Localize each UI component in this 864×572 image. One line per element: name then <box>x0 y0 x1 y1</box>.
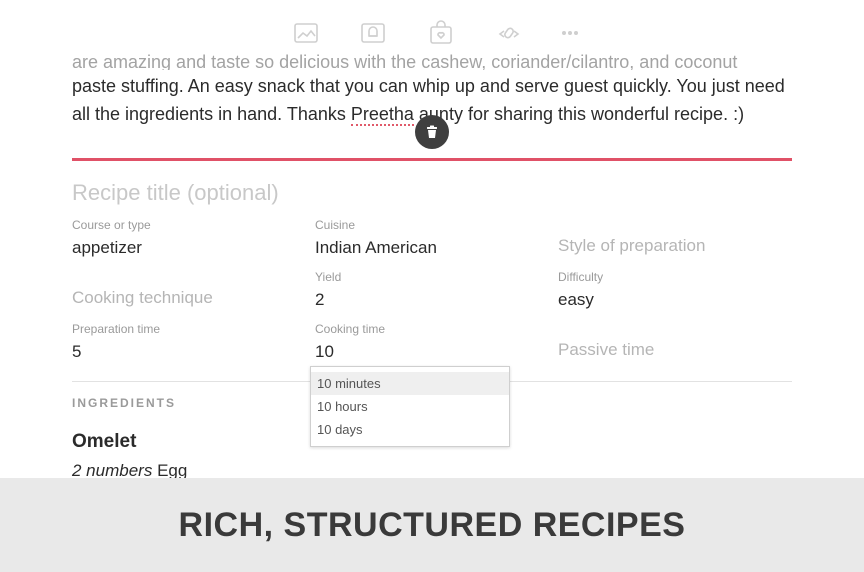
cook-time-suggestions: 10 minutes 10 hours 10 days <box>310 366 510 447</box>
editor-toolbar <box>280 18 590 48</box>
shopping-bag-icon <box>430 20 452 44</box>
insert-link-button[interactable] <box>483 18 535 48</box>
field-value: easy <box>558 290 594 309</box>
field-value: 5 <box>72 342 82 361</box>
recipe-block-border <box>72 158 792 161</box>
field-label: Preparation time <box>72 322 161 336</box>
insert-product-button[interactable] <box>415 18 467 48</box>
more-icon <box>562 31 579 35</box>
difficulty-field[interactable]: Difficulty easy <box>558 270 603 310</box>
course-field[interactable]: Course or type appetizer <box>72 218 151 258</box>
field-label: Cuisine <box>315 218 356 232</box>
technique-field[interactable]: Cooking technique <box>72 288 213 308</box>
field-value: Indian American <box>315 238 437 257</box>
field-label: Difficulty <box>558 270 604 284</box>
paragraph-text: all the ingredients in hand. Thanks <box>72 104 351 124</box>
feature-banner: RICH, STRUCTURED RECIPES <box>0 478 864 572</box>
field-label: Cooking time <box>315 322 386 336</box>
paragraph-line: paste stuffing. An easy snack that you c… <box>72 76 785 96</box>
field-placeholder: Style of preparation <box>558 236 706 255</box>
insert-recipe-button[interactable] <box>348 18 400 48</box>
field-value: 2 <box>315 290 325 309</box>
field-label: Yield <box>315 270 342 284</box>
ingredient-group-title[interactable]: Omelet <box>72 431 136 453</box>
style-field[interactable]: Style of preparation <box>558 236 705 256</box>
prep-time-field[interactable]: Preparation time 5 <box>72 322 160 362</box>
recipe-title-input[interactable]: Recipe title (optional) <box>72 180 279 206</box>
field-value: appetizer <box>72 238 142 257</box>
cook-time-field[interactable]: Cooking time 10 <box>315 322 385 362</box>
spellcheck-word[interactable]: Preetha <box>350 104 414 126</box>
field-placeholder: Passive time <box>558 340 655 359</box>
insert-image-button[interactable] <box>280 18 332 48</box>
field-value: 10 <box>315 342 334 361</box>
field-label: Course or type <box>72 218 151 232</box>
trash-icon <box>427 125 437 138</box>
link-icon <box>498 27 519 39</box>
suggestion-option[interactable]: 10 minutes <box>311 372 509 395</box>
ingredients-heading: INGREDIENTS <box>72 396 177 410</box>
suggestion-option[interactable]: 10 hours <box>311 395 509 418</box>
more-options-button[interactable] <box>550 18 590 48</box>
yield-field[interactable]: Yield 2 <box>315 270 341 310</box>
suggestion-option[interactable]: 10 days <box>311 418 509 441</box>
cuisine-field[interactable]: Cuisine Indian American <box>315 218 437 258</box>
delete-block-button[interactable] <box>415 115 449 149</box>
paragraph-text: aunty for sharing this wonderful recipe.… <box>413 104 745 124</box>
field-placeholder: Cooking technique <box>72 288 213 307</box>
image-icon <box>293 23 318 43</box>
paragraph-line: are amazing and taste so delicious with … <box>72 52 738 70</box>
banner-caption: RICH, STRUCTURED RECIPES <box>178 505 686 544</box>
recipe-card-icon <box>361 23 386 43</box>
passive-time-field[interactable]: Passive time <box>558 340 654 360</box>
